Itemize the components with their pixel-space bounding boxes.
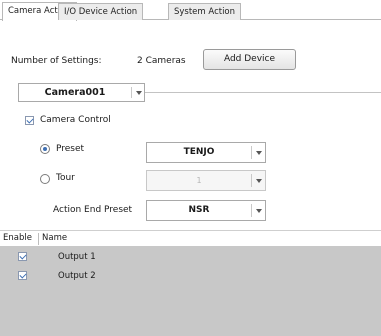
column-header-enable[interactable]: Enable (3, 231, 32, 247)
output-name: Output 2 (58, 271, 96, 281)
tour-label: Tour (56, 173, 75, 183)
camera-control-checkbox[interactable] (25, 116, 34, 125)
action-end-preset-label: Action End Preset (53, 205, 133, 215)
table-row[interactable]: Output 2 (0, 268, 381, 284)
group-divider (145, 92, 381, 93)
number-of-settings-label: Number of Settings: (11, 56, 102, 66)
table-row[interactable]: Output 1 (0, 249, 381, 265)
tour-radio[interactable] (40, 174, 50, 184)
preset-select-value: TENJO (183, 147, 215, 157)
action-end-preset-value: NSR (188, 205, 210, 215)
preset-radio[interactable] (40, 144, 50, 154)
number-of-settings-value: 2 Cameras (137, 56, 186, 66)
chevron-down-icon (133, 84, 145, 101)
tab-system-action[interactable]: System Action (168, 3, 242, 20)
tour-select-value: 1 (196, 176, 202, 185)
action-end-preset-select[interactable]: NSR (146, 200, 266, 221)
output-list[interactable]: Output 1 Output 2 (0, 246, 381, 336)
preset-select[interactable]: TENJO (146, 142, 266, 163)
camera-select-value: Camera001 (44, 87, 106, 98)
camera-control-label: Camera Control (40, 115, 111, 125)
preset-label: Preset (56, 144, 85, 154)
output-name: Output 1 (58, 252, 96, 262)
table-header: Enable Name (0, 230, 381, 246)
camera-select[interactable]: Camera001 (18, 83, 145, 102)
enable-checkbox[interactable] (18, 252, 27, 261)
chevron-down-icon (253, 201, 265, 220)
tab-bar: Camera Action I/O Device Action System A… (0, 0, 381, 21)
tour-select[interactable]: 1 (146, 170, 266, 191)
chevron-down-icon (253, 143, 265, 162)
chevron-down-icon (253, 171, 265, 190)
tab-io-device-action[interactable]: I/O Device Action (58, 3, 144, 20)
column-header-name[interactable]: Name (42, 231, 67, 247)
add-device-button[interactable]: Add Device (203, 49, 296, 70)
enable-checkbox[interactable] (18, 271, 27, 280)
